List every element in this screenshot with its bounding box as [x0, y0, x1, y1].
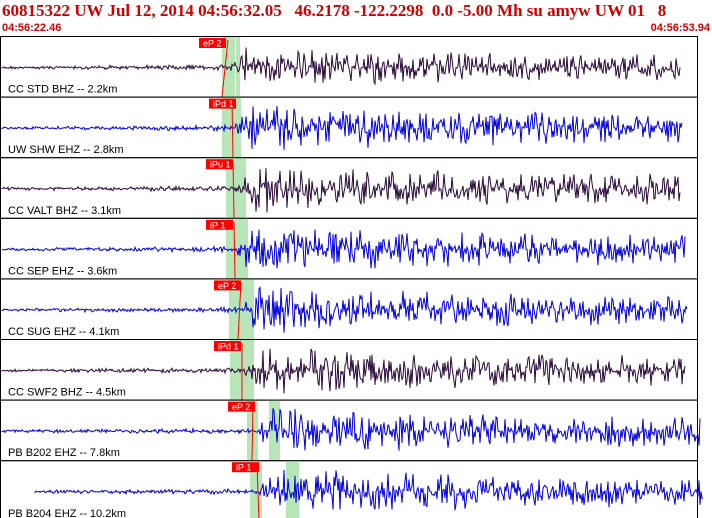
waveform-trace [34, 469, 703, 511]
station-label: PB B204 EHZ -- 10.2km [8, 508, 126, 518]
station-label: UW SHW EHZ -- 2.8km [8, 144, 124, 156]
pick-label: eP 2 [203, 39, 221, 49]
waveform-trace [1, 47, 681, 86]
station-label: CC SWF2 BHZ -- 4.5km [8, 387, 126, 399]
seismogram-plot[interactable]: eP 2 CC STD BHZ -- 2.2km iPd 1 UW SHW EHZ -… [0, 0, 712, 518]
pick-label: iPd 1 [213, 99, 234, 109]
waveform-trace [1, 408, 701, 451]
pick-label: iP 1 [210, 220, 225, 230]
station-label: PB B202 EHZ -- 7.8km [8, 447, 120, 459]
pick-label: eP 2 [232, 402, 250, 412]
waveform-trace [1, 229, 686, 269]
pick-label: eP 2 [218, 281, 236, 291]
station-label: CC VALT BHZ -- 3.1km [8, 205, 121, 217]
station-label: CC SUG EHZ -- 4.1km [8, 326, 119, 338]
pick-label: iPu 1 [210, 160, 231, 170]
station-label: CC SEP EHZ -- 3.6km [8, 265, 117, 277]
station-label: CC STD BHZ -- 2.2km [8, 84, 117, 96]
pick-label: iPd 1 [218, 342, 239, 352]
pick-label: iP 1 [236, 463, 251, 473]
